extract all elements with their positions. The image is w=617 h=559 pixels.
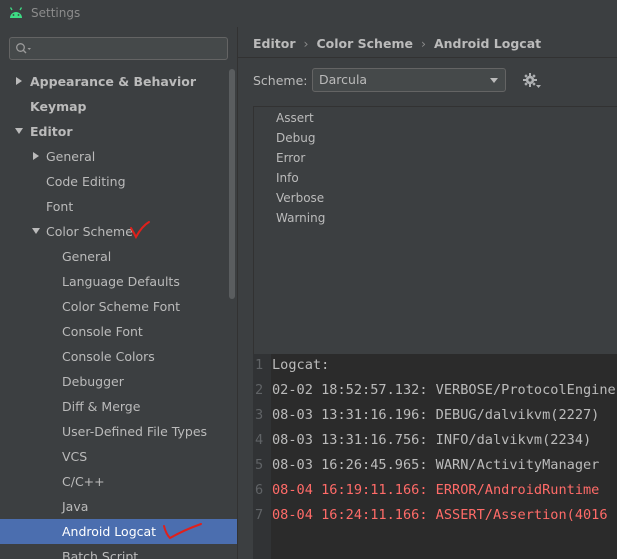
sidebar-scrollbar[interactable] — [229, 69, 235, 299]
tree-item[interactable]: C/C++ — [0, 469, 237, 494]
line-number: 6 — [255, 482, 264, 498]
tree-item-label: Debugger — [62, 374, 124, 389]
attribute-item[interactable]: Assert — [276, 108, 314, 128]
tree-item[interactable]: Editor — [0, 119, 237, 144]
title-bar: Settings — [0, 0, 617, 27]
tree-item[interactable]: Code Editing — [0, 169, 237, 194]
tree-item[interactable]: Appearance & Behavior — [0, 69, 237, 94]
code-text: 08-03 16:26:45.965: WARN/ActivityManager — [272, 457, 600, 473]
chevron-down-icon — [490, 78, 498, 83]
tree-item-label: VCS — [62, 449, 88, 464]
tree-item-label: Keymap — [30, 99, 87, 114]
breadcrumb: Editor › Color Scheme › Android Logcat — [253, 36, 541, 51]
tree-item[interactable]: Font — [0, 194, 237, 219]
header-divider — [238, 57, 617, 58]
gear-icon[interactable] — [522, 72, 542, 90]
line-number: 4 — [255, 432, 264, 448]
line-number: 2 — [255, 382, 264, 398]
breadcrumb-item: Android Logcat — [433, 36, 542, 51]
line-number: 1 — [255, 357, 264, 373]
check-annotation-icon — [130, 221, 150, 240]
tree-item-label: Batch Script — [62, 549, 139, 559]
logcat-preview: 1 Logcat: 2 02-02 18:52:57.132: VERBOSE/Pro… — [253, 354, 617, 559]
check-annotation-icon — [163, 523, 202, 540]
settings-sidebar: Appearance & Behavior Keymap Editor General… — [0, 27, 237, 559]
tree-item-label: User-Defined File Types — [62, 424, 208, 439]
tree-item[interactable]: Java — [0, 494, 237, 519]
scheme-dropdown[interactable]: Darcula — [312, 68, 506, 92]
code-text: 08-03 13:31:16.196: DEBUG/dalvikvm(2227) — [272, 407, 600, 423]
tree-item-label: Font — [46, 199, 74, 214]
tree-item[interactable]: Color Scheme Font — [0, 294, 237, 319]
tree-item[interactable]: Console Colors — [0, 344, 237, 369]
tree-item[interactable]: Diff & Merge — [0, 394, 237, 419]
attribute-list: Assert Debug Error Info Verbose Warning — [253, 106, 617, 373]
tree-item[interactable]: Debugger — [0, 369, 237, 394]
window-title: Settings — [31, 6, 81, 20]
expanded-arrow-icon[interactable] — [31, 219, 41, 244]
attribute-item[interactable]: Info — [276, 168, 299, 188]
breadcrumb-item: Editor — [253, 36, 296, 51]
chevron-right-icon: › — [420, 36, 426, 51]
tree-item-label: Appearance & Behavior — [30, 74, 196, 89]
code-text: Logcat: — [272, 357, 330, 373]
tree-item[interactable]: Language Defaults — [0, 269, 237, 294]
expanded-arrow-icon[interactable] — [14, 119, 24, 144]
tree-item[interactable]: Batch Script — [0, 544, 237, 559]
tree-item[interactable]: General — [0, 144, 237, 169]
tree-item[interactable]: General — [0, 244, 237, 269]
breadcrumb-item: Color Scheme — [316, 36, 413, 51]
android-icon — [9, 7, 23, 18]
collapsed-arrow-icon[interactable] — [31, 144, 41, 169]
line-number: 3 — [255, 407, 264, 423]
settings-content: Editor › Color Scheme › Android Logcat Schem… — [238, 27, 617, 559]
search-input[interactable] — [9, 37, 228, 60]
tree-item-label: Diff & Merge — [62, 399, 141, 414]
line-number: 7 — [255, 507, 264, 523]
tree-item-label: General — [62, 249, 112, 264]
tree-item-label: Color Scheme Font — [62, 299, 181, 314]
scheme-label: Scheme: — [253, 73, 308, 88]
attribute-item[interactable]: Verbose — [276, 188, 324, 208]
code-text: 02-02 18:52:57.132: VERBOSE/ProtocolEngi… — [272, 382, 616, 398]
tree-item[interactable]: Console Font — [0, 319, 237, 344]
attribute-item[interactable]: Warning — [276, 208, 325, 228]
attribute-item[interactable]: Error — [276, 148, 305, 168]
collapsed-arrow-icon[interactable] — [14, 69, 24, 94]
chevron-right-icon: › — [303, 36, 309, 51]
tree-item-label: Console Colors — [62, 349, 155, 364]
tree-item-label: General — [46, 149, 96, 164]
line-number: 5 — [255, 457, 264, 473]
code-text: 08-03 13:31:16.756: INFO/dalvikvm(2234) — [272, 432, 592, 448]
tree-item-label: Editor — [30, 124, 73, 139]
tree-item-label: Console Font — [62, 324, 143, 339]
tree-item[interactable]: Color Scheme — [0, 219, 237, 244]
tree-item[interactable]: User-Defined File Types — [0, 419, 237, 444]
attribute-item[interactable]: Debug — [276, 128, 315, 148]
tree-item-label: Android Logcat — [62, 524, 157, 539]
tree-item[interactable]: Keymap — [0, 94, 237, 119]
code-text: 08-04 16:24:11.166: ASSERT/Assertion(401… — [272, 507, 608, 523]
tree-item-label: C/C++ — [62, 474, 105, 489]
search-icon — [16, 43, 31, 54]
tree-item[interactable]: VCS — [0, 444, 237, 469]
tree-item-label: Java — [62, 499, 89, 514]
scheme-value: Darcula — [319, 72, 368, 87]
code-text: 08-04 16:19:11.166: ERROR/AndroidRuntime — [272, 482, 600, 498]
tree-item-label: Code Editing — [46, 174, 126, 189]
tree-item-label: Color Scheme — [46, 224, 133, 239]
tree-item-label: Language Defaults — [62, 274, 180, 289]
